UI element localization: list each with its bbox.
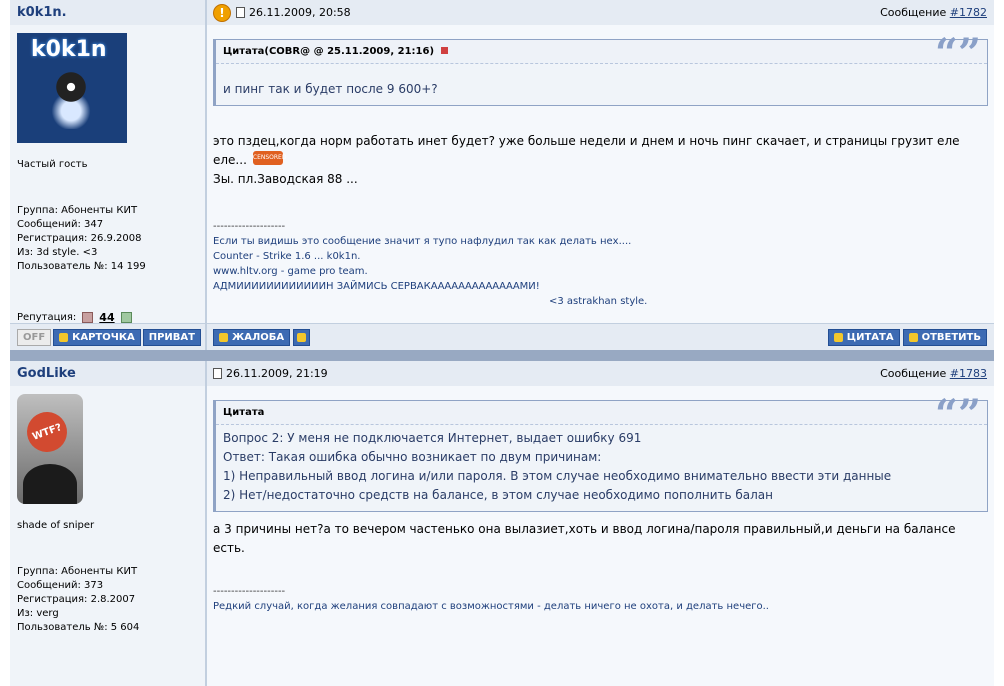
user-details: Группа: Абоненты КИТ Сообщений: 347 Реги… xyxy=(17,204,205,274)
post-divider xyxy=(10,350,994,361)
reputation-value[interactable]: 44 xyxy=(99,311,114,324)
scroll-top-button[interactable] xyxy=(293,328,311,346)
report-button[interactable]: ЖАЛОБА xyxy=(213,328,291,346)
avatar-text: WTF? xyxy=(21,406,73,458)
signature-separator: -------------------- xyxy=(213,586,286,597)
post-header: GodLike 26.11.2009, 21:19 Сообщение #178… xyxy=(10,361,994,386)
user-number: Пользователь №: 5 604 xyxy=(17,622,140,633)
user-icon xyxy=(59,332,69,342)
post-text-line: еле... xyxy=(213,153,247,167)
reply-button[interactable]: ОТВЕТИТЬ xyxy=(902,328,987,346)
quote-button[interactable]: ЦИТАТА xyxy=(827,328,900,346)
plus-icon xyxy=(833,332,843,342)
post-text: а 3 причины нет?а то вечером частенько о… xyxy=(213,520,988,558)
avatar-cat xyxy=(23,464,77,504)
arrow-up-icon xyxy=(297,332,307,342)
post-1782: k0k1n. ! 26.11.2009, 20:58 Сообщение #17… xyxy=(10,0,994,350)
post-date: 26.11.2009, 20:58 xyxy=(249,6,351,19)
user-details: Группа: Абоненты КИТ Сообщений: 373 Реги… xyxy=(17,565,205,635)
username[interactable]: GodLike xyxy=(17,366,76,381)
quote-icon xyxy=(908,332,918,342)
post-icon xyxy=(213,368,222,379)
signature-line: АДМИИИИИИИИИИИИН ЗАЙМИСЬ СЕРВАКААААААААА… xyxy=(213,281,540,292)
user-from: Из: 3d style. <3 xyxy=(17,247,98,258)
quote-title: Цитата xyxy=(223,407,265,418)
private-message-button[interactable]: ПРИВАТ xyxy=(142,328,201,346)
post-1783: GodLike 26.11.2009, 21:19 Сообщение #178… xyxy=(10,361,994,686)
signature-line: Если ты видишь это сообщение значит я ту… xyxy=(213,236,632,247)
post-content: Цитата “” Вопрос 2: У меня не подключает… xyxy=(207,386,994,686)
post-text-line: есть. xyxy=(213,541,245,555)
post-number-link[interactable]: #1783 xyxy=(950,367,987,380)
warning-icon[interactable]: ! xyxy=(213,3,231,22)
quote-line: и пинг так и будет после 9 600+? xyxy=(223,82,438,96)
user-rank: shade of sniper xyxy=(17,520,95,531)
user-group: Группа: Абоненты КИТ xyxy=(17,566,138,577)
avatar: WTF? xyxy=(17,394,83,504)
censored-smiley-icon: CENSORED xyxy=(252,151,286,165)
rep-minus-icon[interactable] xyxy=(82,312,94,323)
quote-block: Цитата “” Вопрос 2: У меня не подключает… xyxy=(213,395,988,512)
rep-plus-icon[interactable] xyxy=(120,312,132,323)
username[interactable]: k0k1n. xyxy=(17,5,67,20)
post-number-label: Сообщение xyxy=(880,6,947,19)
user-registered: Регистрация: 26.9.2008 xyxy=(17,233,142,244)
offline-status-button[interactable]: OFF xyxy=(17,328,52,346)
quote-line: Вопрос 2: У меня не подключается Интерне… xyxy=(223,431,642,445)
signature-line: Редкий случай, когда желания совпадают с… xyxy=(213,601,769,612)
reputation: Репутация: 44 xyxy=(17,311,138,324)
post-text-line: а 3 причины нет?а то вечером частенько о… xyxy=(213,522,956,536)
user-info: k0k1n Частый гость Группа: Абоненты КИТ … xyxy=(10,25,207,324)
user-number: Пользователь №: 14 199 xyxy=(17,261,146,272)
signature-line[interactable]: www.hltv.org - game pro team. xyxy=(213,264,988,279)
exclamation-icon xyxy=(219,332,228,342)
avatar-figure xyxy=(47,69,95,129)
post-header: k0k1n. ! 26.11.2009, 20:58 Сообщение #17… xyxy=(10,0,994,25)
post-text: это пздец,когда норм работать инет будет… xyxy=(213,132,988,189)
user-info: WTF? shade of sniper Группа: Абоненты КИ… xyxy=(10,386,207,686)
avatar-text: k0k1n xyxy=(31,37,107,62)
profile-card-button[interactable]: КАРТОЧКА xyxy=(53,328,141,346)
reputation-label: Репутация: xyxy=(17,312,77,323)
post-number-link[interactable]: #1782 xyxy=(950,6,987,19)
post-actions: OFF КАРТОЧКА ПРИВАТ ЖАЛОБА ЦИТАТА ОТВЕТИ… xyxy=(10,323,994,350)
user-messages: Сообщений: 347 xyxy=(17,219,104,230)
post-text-line: это пздец,когда норм работать инет будет… xyxy=(213,134,960,148)
user-messages: Сообщений: 373 xyxy=(17,580,104,591)
signature-line: Counter - Strike 1.6 ... k0k1n. xyxy=(213,251,361,262)
signature-line: <3 astrakhan style. xyxy=(549,296,648,307)
post-number-label: Сообщение xyxy=(880,367,947,380)
post-date: 26.11.2009, 21:19 xyxy=(226,367,328,380)
quote-title: Цитата(COBR@ @ 25.11.2009, 21:16) xyxy=(223,46,435,57)
quote-line: 2) Нет/недостаточно средств на балансе, … xyxy=(223,488,774,502)
post-number: Сообщение #1783 xyxy=(880,367,987,380)
quote-marks-icon: “” xyxy=(934,391,981,438)
signature: -------------------- Редкий случай, когд… xyxy=(213,584,988,614)
quote-source-icon[interactable] xyxy=(440,47,448,54)
user-group: Группа: Абоненты КИТ xyxy=(17,205,138,216)
quote-marks-icon: “” xyxy=(934,30,981,77)
signature-separator: -------------------- xyxy=(213,221,286,232)
quote-line: 1) Неправильный ввод логина и/или пароля… xyxy=(223,469,892,483)
user-from: Из: verg xyxy=(17,608,59,619)
post-icon xyxy=(236,7,245,18)
post-number: Сообщение #1782 xyxy=(880,6,987,19)
avatar: k0k1n xyxy=(17,33,127,143)
post-text-line: Зы. пл.Заводская 88 ... xyxy=(213,172,358,186)
quote-block: Цитата(COBR@ @ 25.11.2009, 21:16) “” и п… xyxy=(213,34,988,106)
quote-line: Ответ: Такая ошибка обычно возникает по … xyxy=(223,450,602,464)
user-registered: Регистрация: 2.8.2007 xyxy=(17,594,136,605)
user-rank: Частый гость xyxy=(17,159,88,170)
signature: -------------------- Если ты видишь это … xyxy=(213,219,988,309)
post-content: Цитата(COBR@ @ 25.11.2009, 21:16) “” и п… xyxy=(207,25,994,323)
forum-topic: k0k1n. ! 26.11.2009, 20:58 Сообщение #17… xyxy=(10,0,994,686)
